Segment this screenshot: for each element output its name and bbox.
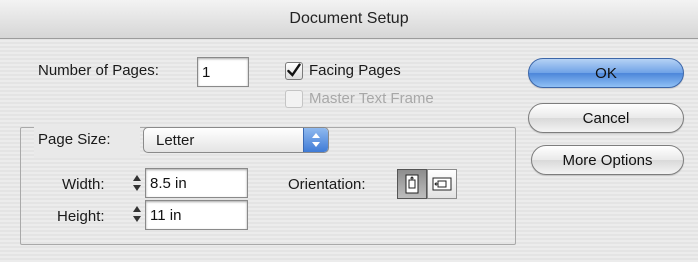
width-stepper[interactable]: [131, 172, 143, 194]
landscape-orientation-button[interactable]: [427, 169, 457, 199]
more-options-button-label: More Options: [562, 151, 653, 169]
more-options-button[interactable]: More Options: [531, 145, 684, 175]
popup-arrows-icon: [303, 128, 328, 152]
dialog-title: Document Setup: [289, 10, 409, 27]
height-label: Height:: [57, 208, 105, 225]
number-of-pages-label: Number of Pages:: [38, 62, 159, 79]
ok-button[interactable]: OK: [528, 58, 684, 88]
stepper-arrows-icon: [133, 206, 141, 222]
number-of-pages-field[interactable]: [197, 57, 249, 87]
portrait-orientation-button[interactable]: [397, 169, 427, 199]
cancel-button[interactable]: Cancel: [528, 103, 684, 133]
cancel-button-label: Cancel: [582, 109, 630, 127]
height-stepper[interactable]: [131, 203, 143, 225]
ok-button-label: OK: [595, 64, 617, 82]
page-size-popup[interactable]: Letter: [143, 127, 329, 153]
width-label: Width:: [62, 176, 105, 193]
portrait-page-icon: [405, 174, 419, 194]
page-size-label: Page Size:: [38, 131, 111, 148]
checkmark-icon: [287, 63, 301, 77]
facing-pages-label: Facing Pages: [309, 62, 401, 79]
width-field[interactable]: [145, 168, 248, 198]
page-size-value: Letter: [156, 131, 195, 149]
landscape-page-icon: [432, 177, 452, 191]
dialog-title-bar: Document Setup: [0, 0, 698, 39]
orientation-label: Orientation:: [288, 176, 366, 193]
height-field[interactable]: [145, 200, 248, 230]
master-text-frame-checkbox[interactable]: [285, 90, 303, 108]
stepper-arrows-icon: [133, 175, 141, 191]
facing-pages-checkbox[interactable]: [285, 62, 303, 80]
master-text-frame-label: Master Text Frame: [309, 90, 434, 107]
